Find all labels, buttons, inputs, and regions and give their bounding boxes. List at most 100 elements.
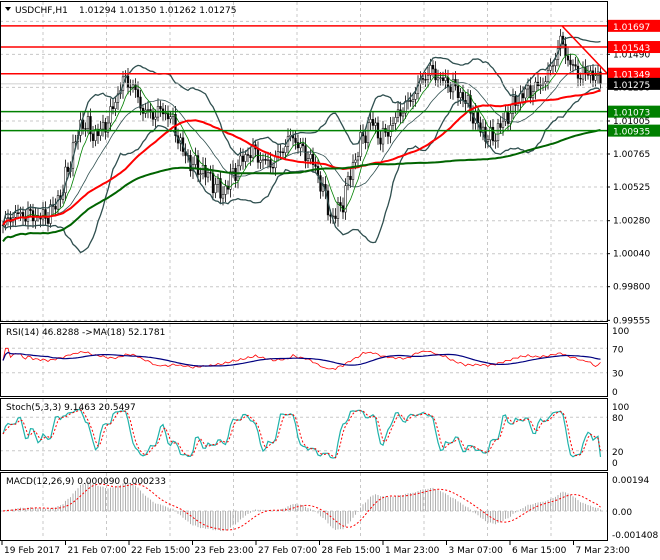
candle-body bbox=[494, 140, 497, 142]
candle-body bbox=[146, 109, 150, 111]
candle-body bbox=[594, 75, 597, 81]
candle-body bbox=[521, 93, 525, 99]
candle-body bbox=[551, 65, 555, 67]
indicator-tick-label: 30 bbox=[612, 370, 624, 380]
candle-body bbox=[401, 112, 405, 117]
candle-body bbox=[29, 208, 32, 211]
time-tick-label: 19 Feb 2017 bbox=[4, 546, 60, 556]
candle-body bbox=[94, 129, 97, 141]
candle-body bbox=[211, 172, 215, 194]
candle-body bbox=[111, 106, 115, 109]
candle-body bbox=[169, 116, 172, 120]
chart-canvas[interactable]: 1.014901.012501.010051.007651.005251.002… bbox=[0, 0, 660, 560]
candle-body bbox=[299, 143, 302, 149]
candle-body bbox=[576, 65, 580, 79]
price-tick-label: 1.00765 bbox=[613, 150, 650, 160]
macd-title: MACD(12,26,9) 0.000090 0.000233 bbox=[6, 477, 166, 487]
candle-body bbox=[279, 151, 282, 153]
macd-tick-label: -0.001408 bbox=[612, 531, 658, 541]
candle-body bbox=[86, 116, 90, 129]
candle-body bbox=[194, 155, 197, 165]
price-level-label: 1.01543 bbox=[613, 44, 650, 54]
time-tick-label: 22 Feb 15:00 bbox=[131, 546, 190, 556]
candle-body bbox=[421, 78, 425, 80]
candle-body bbox=[16, 212, 20, 214]
candle-body bbox=[424, 79, 427, 81]
ohlc-label: 1.01294 1.01350 1.01262 1.01275 bbox=[79, 6, 236, 16]
candle-body bbox=[524, 88, 527, 99]
time-tick-label: 6 Mar 15:00 bbox=[512, 546, 567, 556]
candle-body bbox=[246, 154, 250, 156]
candle-body bbox=[19, 212, 22, 214]
candle-body bbox=[109, 106, 112, 124]
candle-body bbox=[574, 64, 577, 67]
candle-body bbox=[206, 172, 210, 178]
candle-body bbox=[444, 77, 447, 81]
time-tick-label: 27 Feb 07:00 bbox=[258, 546, 317, 556]
candle-body bbox=[436, 77, 440, 81]
candle-body bbox=[259, 159, 262, 163]
candle-body bbox=[554, 59, 557, 66]
candle-body bbox=[314, 164, 317, 167]
time-tick-label: 3 Mar 07:00 bbox=[449, 546, 504, 556]
indicator-tick-label: 80 bbox=[612, 414, 624, 424]
candle-body bbox=[411, 99, 415, 102]
price-tick-label: 1.00040 bbox=[613, 250, 650, 260]
candle-body bbox=[234, 167, 237, 181]
candle-body bbox=[356, 156, 360, 161]
candle-body bbox=[281, 151, 285, 153]
candle-body bbox=[431, 65, 435, 70]
candle-body bbox=[354, 159, 357, 163]
candle-body bbox=[231, 167, 235, 172]
candle-body bbox=[369, 119, 372, 124]
price-level-label: 1.00935 bbox=[613, 128, 650, 138]
candle-body bbox=[209, 172, 212, 174]
candle-body bbox=[544, 81, 547, 84]
candle-body bbox=[301, 143, 305, 147]
candle-body bbox=[84, 128, 87, 130]
candle-body bbox=[309, 154, 312, 159]
candle-body bbox=[41, 209, 45, 220]
stoch-title: Stoch(5,3,3) 9.1463 20.5497 bbox=[6, 403, 136, 413]
collapse-triangle-icon[interactable] bbox=[5, 7, 11, 11]
price-tick-label: 1.00525 bbox=[613, 183, 650, 193]
candle-body bbox=[129, 86, 132, 89]
indicator-tick-label: 100 bbox=[612, 327, 629, 337]
candle-body bbox=[349, 175, 352, 180]
candle-body bbox=[499, 123, 502, 128]
candle-body bbox=[374, 122, 377, 126]
candle-body bbox=[304, 145, 307, 161]
grid bbox=[0, 2, 607, 539]
candle-body bbox=[409, 100, 412, 102]
candle-body bbox=[399, 109, 402, 117]
candle-body bbox=[14, 212, 17, 218]
candle-body bbox=[241, 155, 245, 162]
candle-body bbox=[239, 155, 242, 167]
time-tick-label: 23 Feb 23:00 bbox=[195, 546, 254, 556]
chart-header: USDCHF,H1 1.01294 1.01350 1.01262 1.0127… bbox=[5, 6, 236, 16]
candle-body bbox=[549, 65, 552, 71]
candle-body bbox=[456, 85, 460, 98]
candle-body bbox=[199, 173, 202, 175]
candle-body bbox=[441, 77, 445, 81]
candle-body bbox=[351, 162, 355, 180]
candle-body bbox=[366, 122, 370, 143]
candle-body bbox=[136, 89, 140, 98]
axis-labels: 1.014901.012501.010051.007651.005251.002… bbox=[1, 19, 660, 556]
candle-body bbox=[591, 70, 595, 81]
price-tick-label: 1.00280 bbox=[613, 217, 650, 227]
candle-body bbox=[159, 106, 162, 110]
candle-body bbox=[391, 123, 395, 126]
candle-body bbox=[506, 111, 510, 124]
price-level-label: 1.01073 bbox=[613, 109, 650, 119]
candle-body bbox=[49, 204, 52, 224]
candle-body bbox=[221, 194, 225, 199]
candle-body bbox=[526, 85, 530, 90]
candle-body bbox=[486, 139, 490, 142]
indicator-tick-label: 100 bbox=[612, 403, 629, 413]
candle-body bbox=[114, 102, 117, 109]
candle-body bbox=[294, 137, 297, 143]
candle-body bbox=[141, 107, 145, 114]
candle-body bbox=[334, 215, 337, 219]
time-tick-label: 21 Feb 07:00 bbox=[68, 546, 127, 556]
